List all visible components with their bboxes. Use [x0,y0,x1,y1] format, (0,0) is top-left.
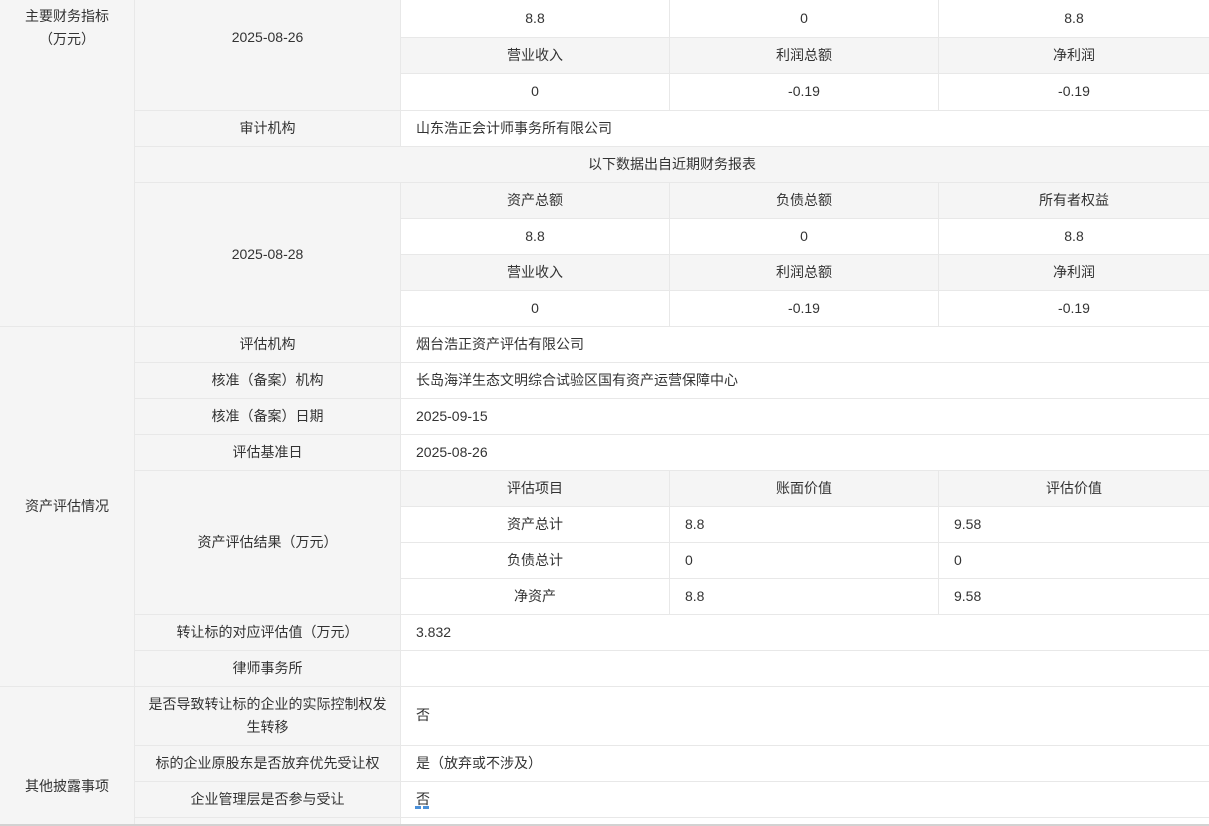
preemptive-right-value: 是（放弃或不涉及） [400,745,1209,781]
valuation-result-label: 资产评估结果（万元） [134,470,400,614]
result-row-item: 负债总计 [400,542,669,578]
result-row-item: 资产总计 [400,506,669,542]
result-row-item: 净资产 [400,578,669,614]
fin2-netprofit-header: 净利润 [938,254,1209,290]
transfer-value: 3.832 [400,614,1209,650]
disclosure-table-page: 主要财务指标 （万元） 资产评估情况 其他披露事项 2025-08-26 8.8… [0,0,1209,826]
result-item-header: 评估项目 [400,470,669,506]
fin2-equity-header: 所有者权益 [938,182,1209,218]
fin1-equity-value: 8.8 [938,0,1209,37]
fin1-revenue-value: 0 [400,73,669,110]
result-book-header: 账面价值 [669,470,938,506]
report-date-2025-08-26: 2025-08-26 [134,0,400,110]
category-financial-line2: （万元） [39,28,95,51]
approval-date-value: 2025-09-15 [400,398,1209,434]
transfer-value-label: 转让标的对应评估值（万元） [134,614,400,650]
control-transfer-label: 是否导致转让标的企业的实际控制权发生转移 [134,686,400,745]
fin2-assets-header: 资产总额 [400,182,669,218]
fin2-assets-value: 8.8 [400,218,669,254]
fin2-profit-header: 利润总额 [669,254,938,290]
fin2-revenue-value: 0 [400,290,669,326]
fin2-liabilities-header: 负债总额 [669,182,938,218]
fin1-netprofit-header: 净利润 [938,37,1209,73]
fin2-profit-value: -0.19 [669,290,938,326]
approval-org-label: 核准（备案）机构 [134,362,400,398]
category-asset-valuation: 资产评估情况 [0,326,134,686]
fin1-revenue-header: 营业收入 [400,37,669,73]
fin1-assets-value: 8.8 [400,0,669,37]
audit-agency-label: 审计机构 [134,110,400,146]
fin2-revenue-header: 营业收入 [400,254,669,290]
report-date-2025-08-28: 2025-08-28 [134,182,400,326]
category-financial-line1: 主要财务指标 [25,5,109,28]
fin1-netprofit-value: -0.19 [938,73,1209,110]
recent-report-notice: 以下数据出自近期财务报表 [134,146,1209,182]
control-transfer-value: 否 [400,686,1209,745]
fin2-netprofit-value: -0.19 [938,290,1209,326]
fin1-profit-header: 利润总额 [669,37,938,73]
category-other-disclosures: 其他披露事项 [0,686,134,826]
result-row-assessed: 0 [938,542,1209,578]
law-firm-label: 律师事务所 [134,650,400,686]
fin1-profit-value: -0.19 [669,73,938,110]
management-participation-value: 否 [400,781,1209,817]
fin2-liabilities-value: 0 [669,218,938,254]
fin1-liabilities-value: 0 [669,0,938,37]
result-assessed-header: 评估价值 [938,470,1209,506]
base-date-label: 评估基准日 [134,434,400,470]
result-row-book: 8.8 [669,506,938,542]
preemptive-right-label: 标的企业原股东是否放弃优先受让权 [134,745,400,781]
disclosure-table: 主要财务指标 （万元） 资产评估情况 其他披露事项 2025-08-26 8.8… [0,0,1209,826]
approval-org-value: 长岛海洋生态文明综合试验区国有资产运营保障中心 [400,362,1209,398]
clipped-text-fragment [423,806,429,809]
fin2-equity-value: 8.8 [938,218,1209,254]
clipped-text-fragment [415,806,421,809]
result-row-book: 0 [669,542,938,578]
law-firm-value [400,650,1209,686]
approval-date-label: 核准（备案）日期 [134,398,400,434]
management-participation-label: 企业管理层是否参与受让 [134,781,400,817]
audit-agency-value: 山东浩正会计师事务所有限公司 [400,110,1209,146]
result-row-assessed: 9.58 [938,506,1209,542]
result-row-assessed: 9.58 [938,578,1209,614]
category-financial-indicators: 主要财务指标 （万元） [0,0,134,326]
valuation-agency-label: 评估机构 [134,326,400,362]
result-row-book: 8.8 [669,578,938,614]
base-date-value: 2025-08-26 [400,434,1209,470]
valuation-agency-value: 烟台浩正资产评估有限公司 [400,326,1209,362]
report-date-label: 2025-08-26 [232,26,304,49]
